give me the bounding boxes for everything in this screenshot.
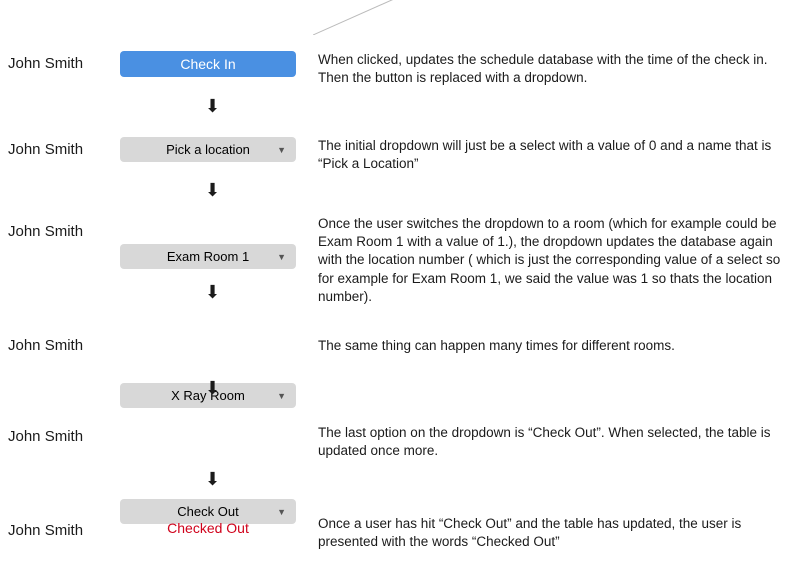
step-description: The last option on the dropdown is “Chec…	[318, 424, 796, 460]
down-arrow-icon: ⬇	[205, 470, 215, 488]
location-dropdown-exam-room[interactable]: Exam Room 1 ▼	[120, 244, 296, 269]
step-description: The same thing can happen many times for…	[318, 337, 675, 355]
down-arrow-icon: ⬇	[205, 181, 215, 199]
patient-name: John Smith	[8, 337, 83, 354]
patient-name: John Smith	[8, 428, 83, 445]
step-description: Once a user has hit “Check Out” and the …	[318, 515, 796, 551]
down-arrow-icon: ⬇	[205, 283, 215, 301]
chevron-down-icon: ▼	[277, 252, 286, 262]
check-in-button[interactable]: Check In	[120, 51, 296, 77]
patient-name: John Smith	[8, 55, 83, 72]
down-arrow-icon: ⬇	[205, 379, 215, 397]
dropdown-value: Check Out	[177, 504, 238, 519]
dropdown-value: Pick a location	[166, 142, 250, 157]
location-dropdown-initial[interactable]: Pick a location ▼	[120, 137, 296, 162]
step-description: Once the user switches the dropdown to a…	[318, 215, 796, 306]
patient-name: John Smith	[8, 522, 83, 539]
checked-out-status: Checked Out	[120, 520, 296, 536]
dropdown-value: Exam Room 1	[167, 249, 249, 264]
chevron-down-icon: ▼	[277, 145, 286, 155]
chevron-down-icon: ▼	[277, 391, 286, 401]
step-description: The initial dropdown will just be a sele…	[318, 137, 796, 173]
checked-out-status-label: Checked Out	[167, 520, 249, 536]
check-in-button-label: Check In	[180, 56, 235, 72]
step-description: When clicked, updates the schedule datab…	[318, 51, 796, 87]
annotation-pointer-line	[313, 0, 403, 35]
patient-name: John Smith	[8, 141, 83, 158]
chevron-down-icon: ▼	[277, 507, 286, 517]
down-arrow-icon: ⬇	[205, 97, 215, 115]
patient-name: John Smith	[8, 223, 83, 240]
